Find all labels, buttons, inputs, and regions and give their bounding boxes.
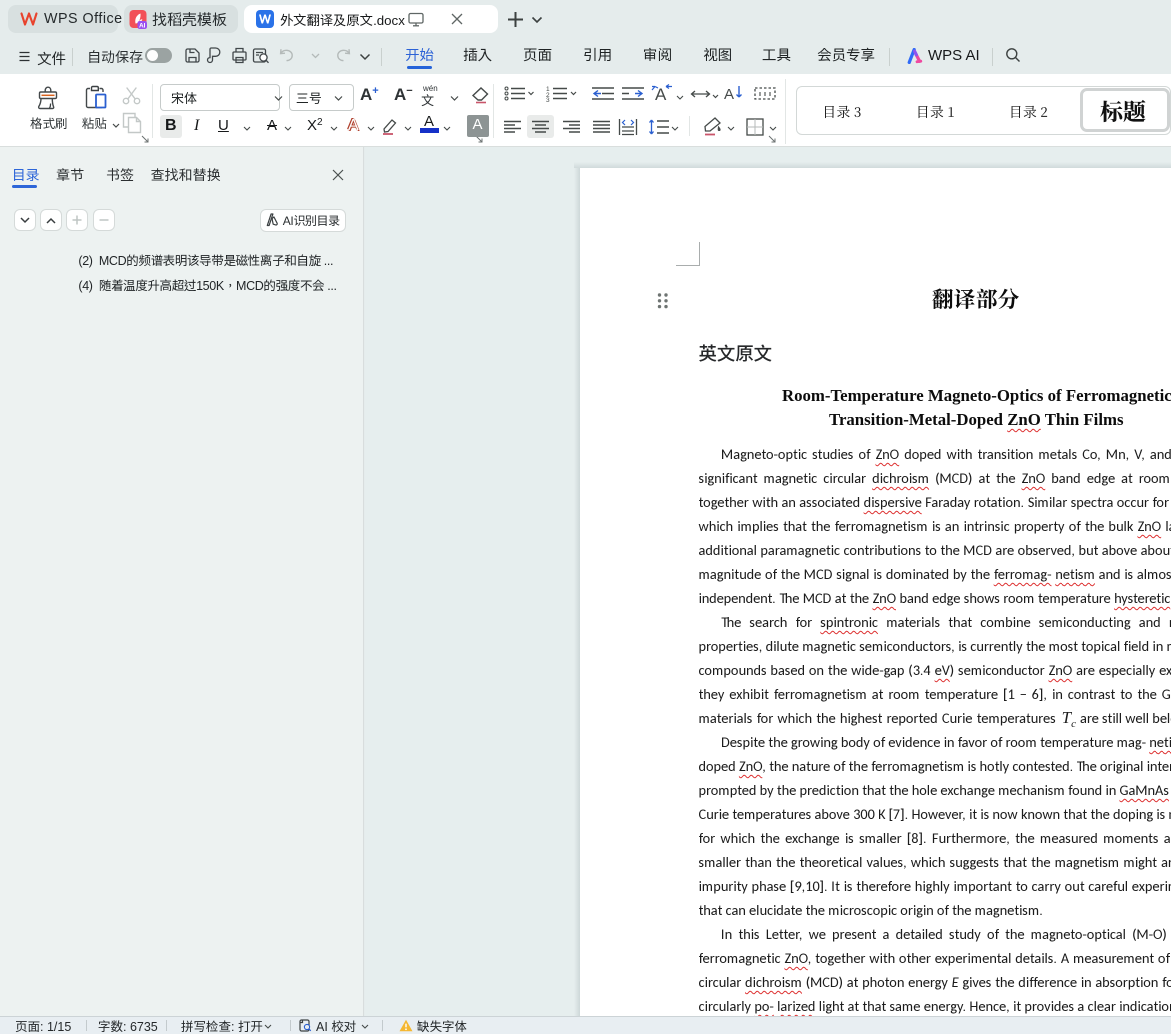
svg-text:AI: AI	[139, 22, 146, 29]
svg-text:A: A	[724, 86, 734, 103]
svg-text:3: 3	[546, 97, 550, 102]
